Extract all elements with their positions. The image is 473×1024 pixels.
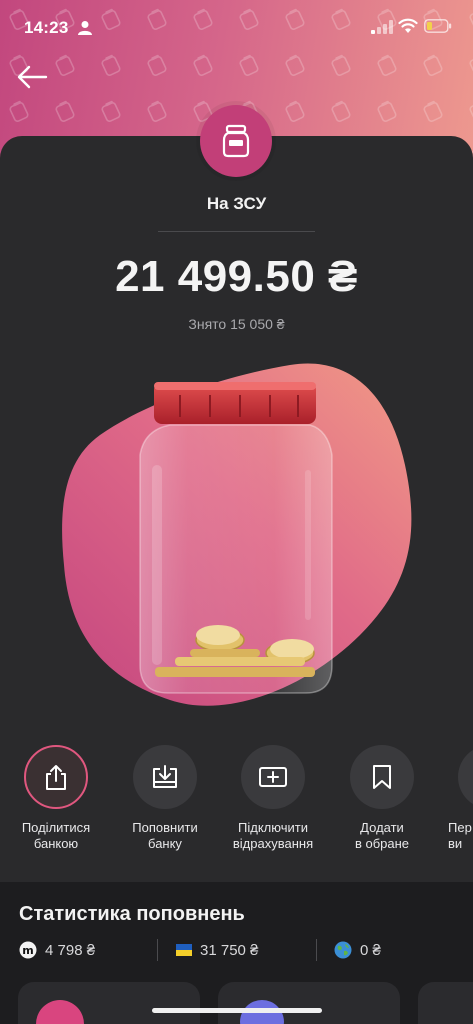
stats-title: Статистика поповнень — [19, 903, 245, 925]
connect-deduction-label: Підключити відрахування — [232, 820, 314, 851]
more-action-label: Пер ви — [448, 820, 472, 851]
stat-ukraine-value: 31 750 ₴ — [200, 941, 259, 959]
divider — [157, 939, 158, 961]
stat-card[interactable] — [218, 982, 400, 1024]
ukraine-flag-icon — [176, 944, 192, 956]
more-action-button[interactable]: Пер ви — [436, 745, 473, 852]
cellular-signal-icon — [371, 20, 393, 34]
share-jar-label: Поділитися банкою — [21, 820, 91, 851]
stat-card[interactable] — [418, 982, 473, 1024]
stat-card[interactable] — [18, 982, 200, 1024]
top-up-jar-label: Поповнити банку — [132, 820, 198, 851]
top-up-icon — [153, 765, 177, 788]
stat-world: 0 ₴ — [334, 940, 381, 960]
divider — [316, 939, 317, 961]
divider — [158, 231, 315, 232]
favorites-circle — [350, 745, 414, 809]
jar-badge — [200, 105, 272, 177]
back-button[interactable] — [14, 62, 50, 92]
more-action-circle — [458, 745, 473, 809]
share-circle — [24, 745, 88, 809]
stat-monobank: m 4 798 ₴ — [19, 940, 95, 960]
top-up-jar-button[interactable]: Поповнити банку — [110, 745, 220, 852]
globe-icon — [334, 941, 352, 959]
card-icon — [36, 1000, 84, 1024]
status-time: 14:23 — [24, 18, 69, 37]
status-bar: 14:23 — [0, 0, 473, 56]
share-jar-button[interactable]: Поділитися банкою — [1, 745, 111, 852]
actions-row: Поділитися банкою Поповнити банку Підклю… — [0, 745, 473, 865]
connect-deduction-circle — [241, 745, 305, 809]
add-to-favorites-label: Додати в обране — [354, 820, 410, 851]
top-up-circle — [133, 745, 197, 809]
wifi-icon — [398, 18, 418, 33]
add-deduction-icon — [259, 767, 287, 787]
withdrawn-amount: Знято 15 050 ₴ — [188, 316, 285, 332]
jar-icon — [222, 124, 250, 158]
home-indicator[interactable] — [152, 1008, 322, 1013]
stat-ukraine: 31 750 ₴ — [176, 940, 258, 960]
svg-text:m: m — [22, 944, 33, 957]
share-icon — [46, 765, 66, 790]
add-to-favorites-button[interactable]: Додати в обране — [327, 745, 437, 852]
jar-title: На ЗСУ — [206, 194, 267, 213]
stats-section: Статистика поповнень m 4 798 ₴ 31 750 ₴ … — [0, 882, 473, 1024]
stat-monobank-value: 4 798 ₴ — [45, 941, 96, 959]
battery-icon — [424, 19, 452, 33]
monobank-icon: m — [19, 941, 37, 959]
jar-balance: 21 499.50 ₴ — [115, 252, 358, 301]
jar-illustration — [62, 363, 412, 706]
stat-world-value: 0 ₴ — [360, 941, 381, 959]
connect-deduction-button[interactable]: Підключити відрахування — [218, 745, 328, 852]
person-icon — [78, 21, 92, 35]
bookmark-icon — [373, 765, 391, 789]
